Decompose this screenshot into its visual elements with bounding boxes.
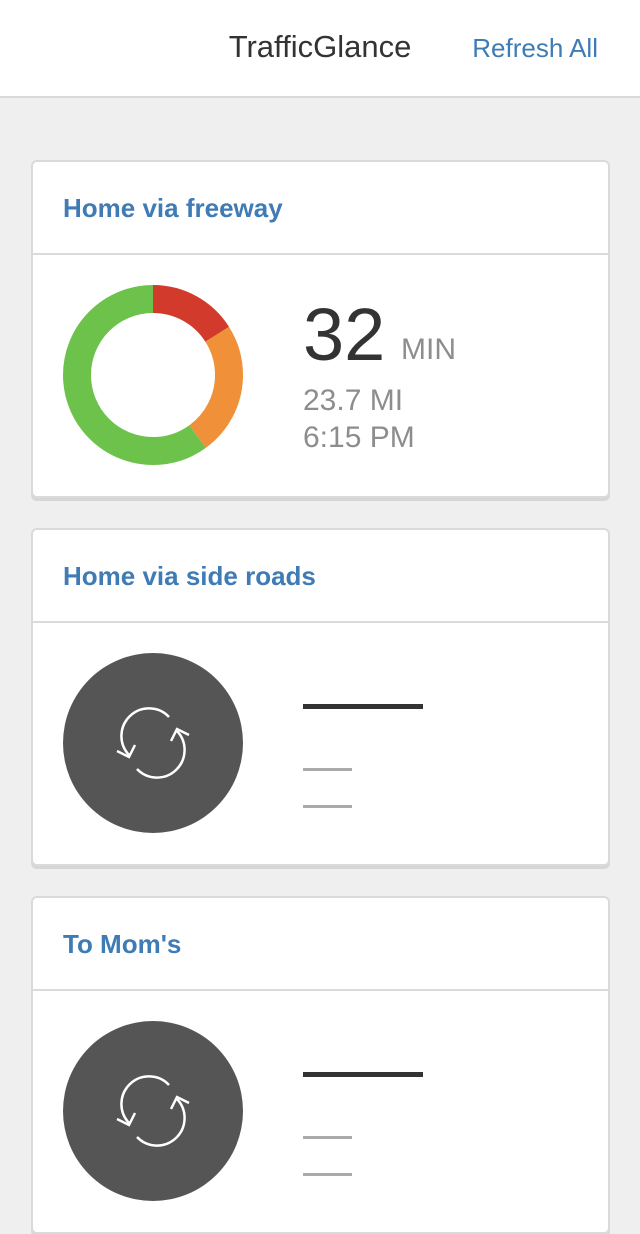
card-header: Home via freeway <box>33 162 608 255</box>
card-header: Home via side roads <box>33 530 608 623</box>
card-body <box>33 623 608 864</box>
traffic-donut-chart <box>63 285 243 465</box>
loading-indicator[interactable] <box>63 1021 243 1201</box>
route-card-home-via-side-roads[interactable]: Home via side roads <box>31 528 610 866</box>
route-card-home-via-freeway[interactable]: Home via freeway 32 MIN 23.7 MI 6:15 PM <box>31 160 610 498</box>
route-title[interactable]: Home via freeway <box>63 191 283 225</box>
top-bar: TrafficGlance Refresh All <box>0 0 640 98</box>
card-header: To Mom's <box>33 898 608 991</box>
refresh-icon <box>116 1075 190 1147</box>
route-title[interactable]: To Mom's <box>63 927 181 961</box>
route-card-to-moms[interactable]: To Mom's <box>31 896 610 1234</box>
refresh-all-button[interactable]: Refresh All <box>472 31 598 65</box>
time-placeholder <box>303 1072 423 1077</box>
distance-placeholder <box>303 768 352 771</box>
route-title[interactable]: Home via side roads <box>63 559 316 593</box>
travel-time-minutes: 32 <box>303 293 386 376</box>
loading-indicator[interactable] <box>63 653 243 833</box>
refresh-icon <box>116 707 190 779</box>
route-distance: 23.7 MI <box>303 384 404 417</box>
time-placeholder <box>303 704 423 709</box>
travel-time-unit: MIN <box>401 333 456 366</box>
arrival-placeholder <box>303 805 352 808</box>
distance-placeholder <box>303 1136 352 1139</box>
card-body <box>33 991 608 1232</box>
arrival-time: 6:15 PM <box>303 421 415 454</box>
card-body: 32 MIN 23.7 MI 6:15 PM <box>33 255 608 496</box>
arrival-placeholder <box>303 1173 352 1176</box>
